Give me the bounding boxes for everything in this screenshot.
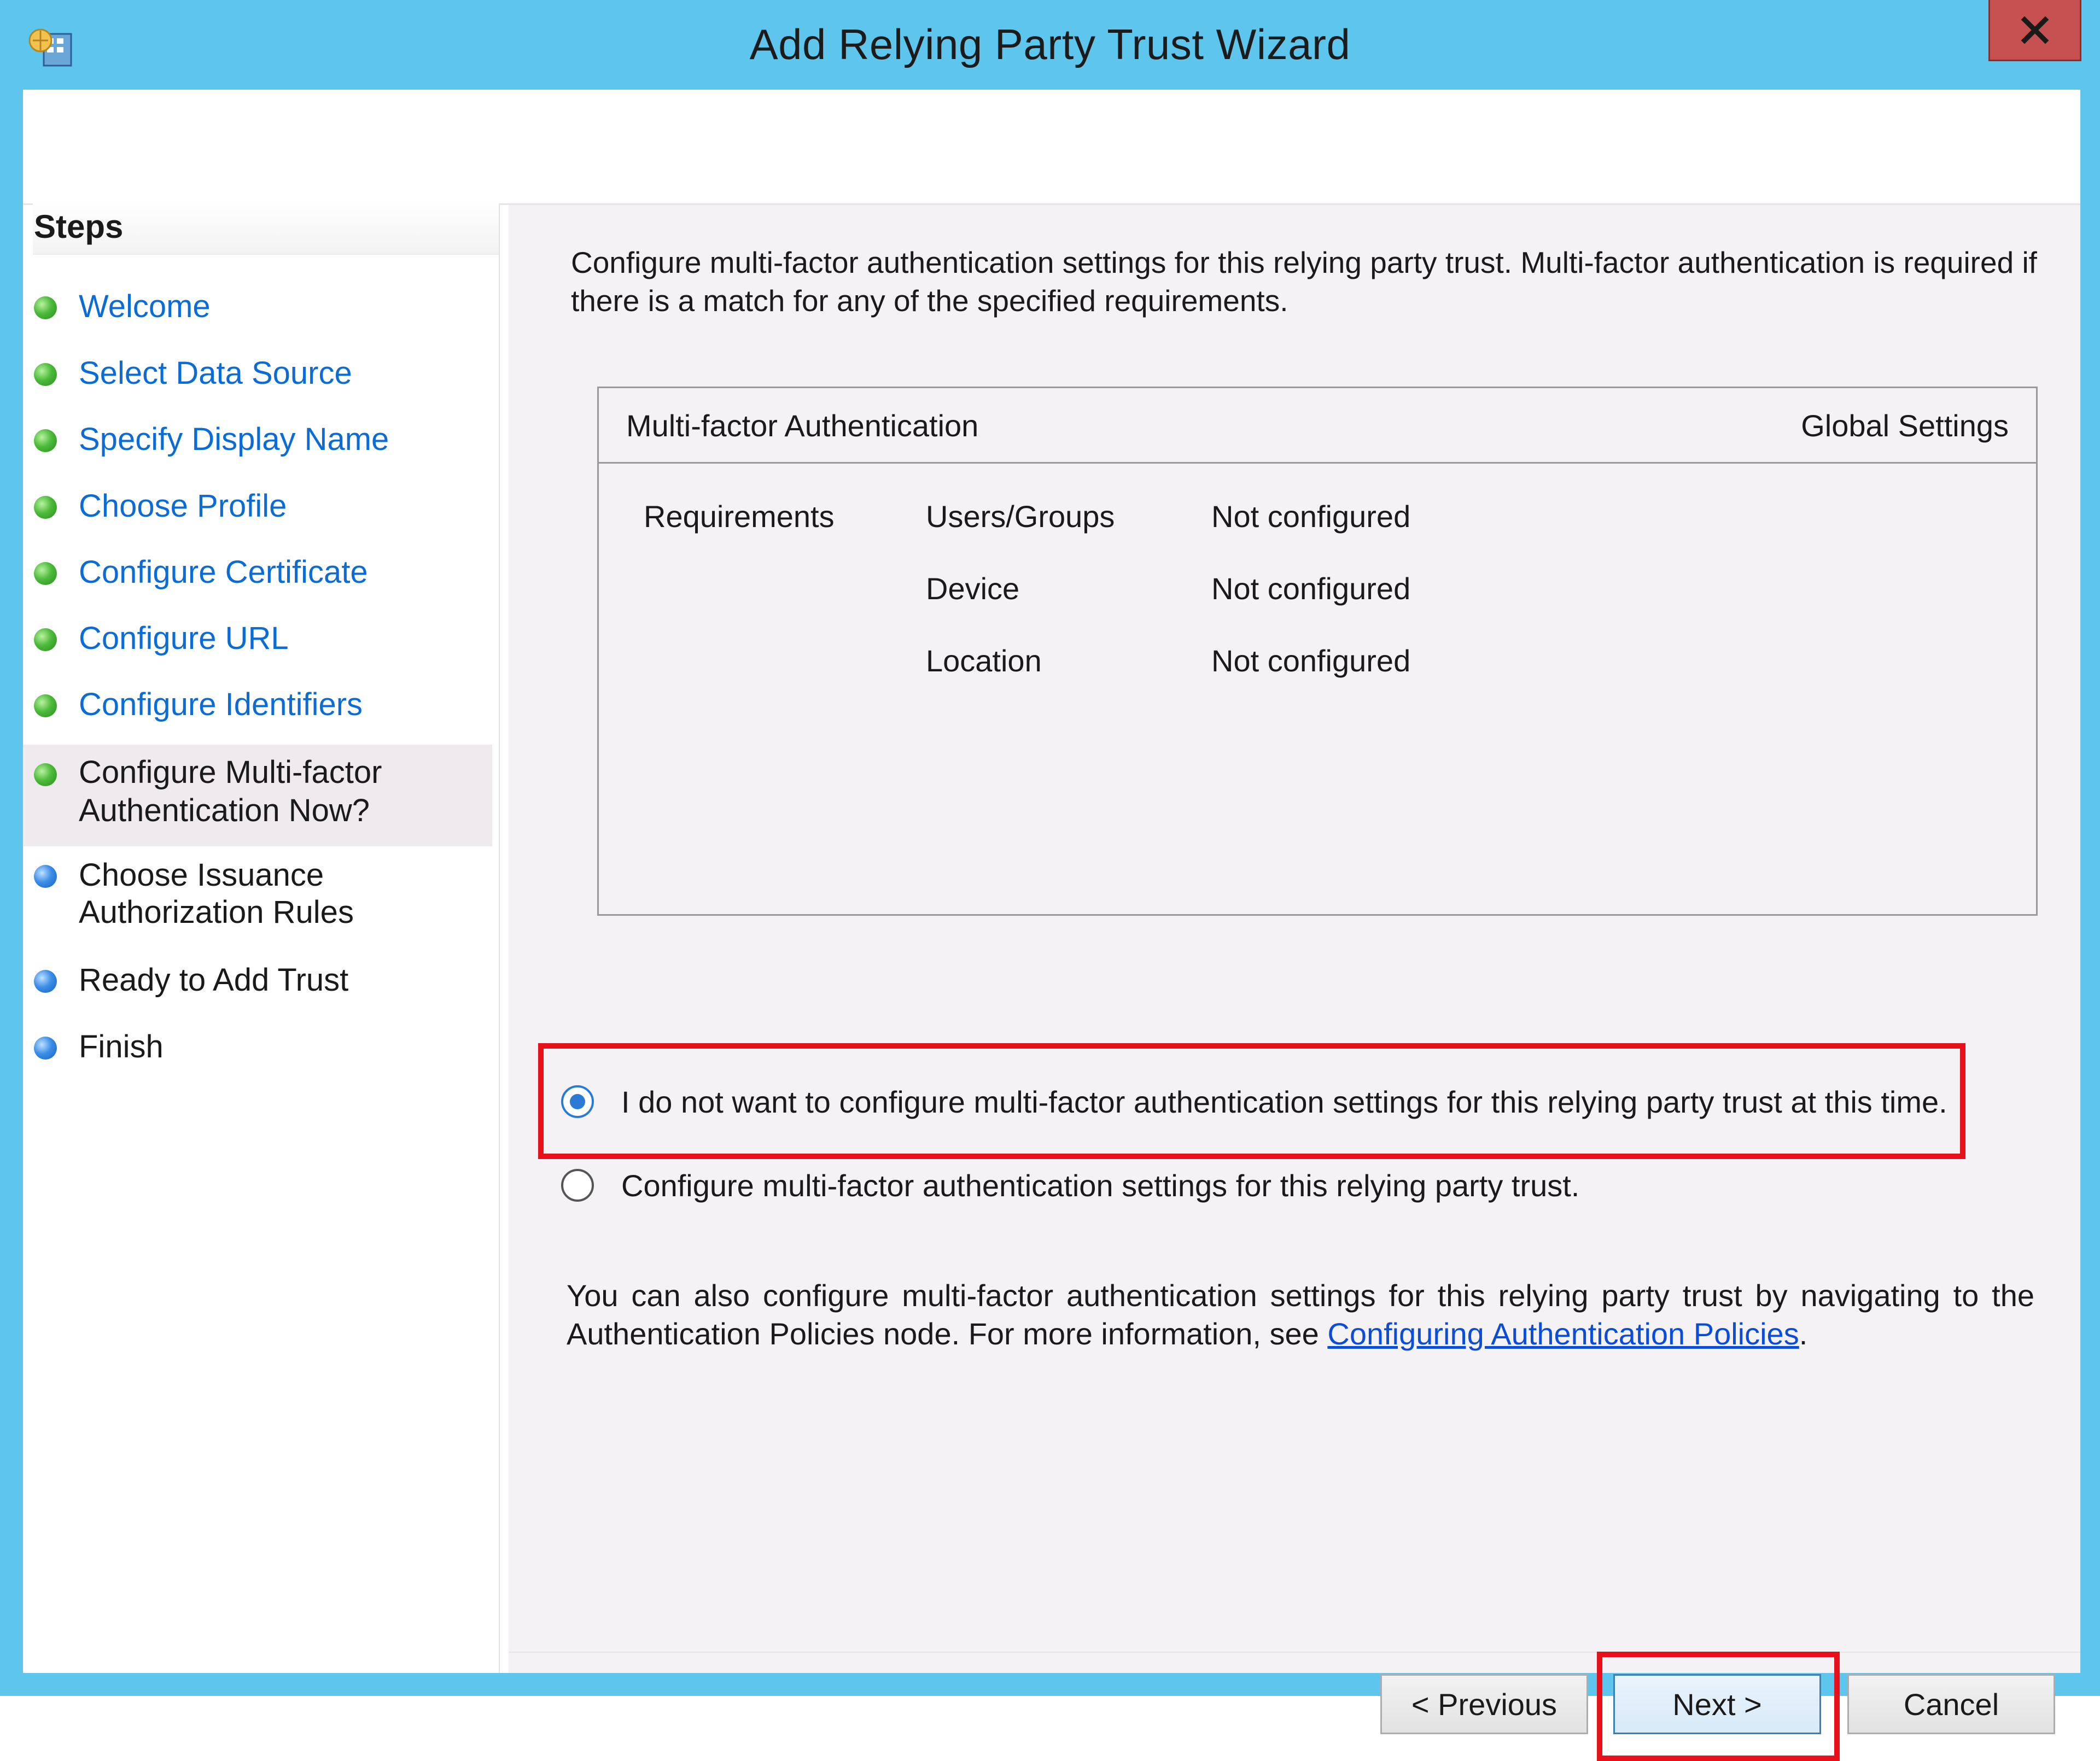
- step-choose-profile[interactable]: Choose Profile: [23, 487, 492, 525]
- intro-line-2: there is a match for any of the specifie…: [571, 284, 1288, 318]
- step-label: Configure Certificate: [79, 554, 368, 590]
- content-pane: Configure multi-factor authentication se…: [509, 205, 2080, 1761]
- step-label: Choose Profile: [79, 488, 287, 524]
- step-label: Select Data Source: [79, 355, 352, 391]
- step-complete-icon: [34, 694, 57, 717]
- configuring-authentication-policies-link[interactable]: Configuring Authentication Policies: [1327, 1317, 1799, 1351]
- previous-button[interactable]: < Previous: [1380, 1674, 1588, 1734]
- step-welcome[interactable]: Welcome: [23, 288, 492, 326]
- step-pending-icon: [34, 1037, 57, 1060]
- step-pending-icon: [34, 970, 57, 993]
- steps-heading-label: Steps: [34, 208, 124, 245]
- radio-option-configure-mfa[interactable]: Configure multi-factor authentication se…: [561, 1168, 1655, 1205]
- requirement-name: Device: [926, 571, 1020, 606]
- cancel-button[interactable]: Cancel: [1847, 1674, 2055, 1734]
- step-choose-issuance-authorization-rules: Choose Issuance Authorization Rules: [23, 856, 492, 933]
- step-select-data-source[interactable]: Select Data Source: [23, 354, 492, 393]
- wizard-client-area: Steps Welcome Select Data Source Specify…: [23, 90, 2080, 1761]
- step-label: Welcome: [79, 289, 211, 324]
- mfa-settings-panel: Multi-factor Authentication Global Setti…: [597, 387, 2038, 916]
- radio-button-unchecked[interactable]: [561, 1169, 594, 1202]
- step-finish: Finish: [23, 1028, 492, 1066]
- step-specify-display-name[interactable]: Specify Display Name: [23, 420, 492, 459]
- step-label: Configure Multi-factor: [79, 754, 382, 790]
- step-label-line2: Authentication Now?: [79, 793, 370, 828]
- step-label: Choose Issuance: [79, 857, 324, 893]
- radio-button-checked[interactable]: [561, 1085, 594, 1118]
- step-complete-icon: [34, 429, 57, 452]
- step-label: Configure Identifiers: [79, 687, 363, 722]
- step-complete-icon: [34, 763, 57, 786]
- info-note: You can also configure multi-factor auth…: [567, 1277, 2034, 1353]
- requirements-label: Requirements: [644, 499, 835, 534]
- step-configure-url[interactable]: Configure URL: [23, 619, 492, 658]
- step-complete-icon: [34, 496, 57, 519]
- requirement-name: Location: [926, 643, 1042, 678]
- pane-divider: [499, 205, 510, 1673]
- mfa-panel-title: Multi-factor Authentication: [626, 408, 979, 443]
- radio-option-no-mfa[interactable]: I do not want to configure multi-factor …: [561, 1085, 1950, 1121]
- radio-label: I do not want to configure multi-factor …: [621, 1085, 1947, 1119]
- step-complete-icon: [34, 363, 57, 386]
- title-bar: Add Relying Party Trust Wizard: [0, 0, 2100, 90]
- mfa-panel-scope: Global Settings: [1801, 408, 2009, 443]
- note-end: .: [1799, 1317, 1808, 1351]
- wizard-banner: [23, 90, 2080, 205]
- intro-line-1: Configure multi-factor authentication se…: [571, 245, 2037, 279]
- step-complete-icon: [34, 296, 57, 319]
- intro-text: Configure multi-factor authentication se…: [571, 243, 2058, 320]
- step-label: Configure URL: [79, 621, 289, 656]
- requirement-value: Not configured: [1211, 499, 1411, 534]
- wizard-window: Add Relying Party Trust Wizard Steps Wel…: [0, 0, 2100, 1761]
- requirement-value: Not configured: [1211, 571, 1411, 606]
- mfa-panel-header: Multi-factor Authentication Global Setti…: [599, 388, 2036, 464]
- step-label: Finish: [79, 1029, 164, 1064]
- step-ready-to-add-trust: Ready to Add Trust: [23, 961, 492, 999]
- close-icon: [2021, 16, 2049, 44]
- requirement-name: Users/Groups: [926, 499, 1115, 534]
- requirement-value: Not configured: [1211, 643, 1411, 678]
- step-pending-icon: [34, 865, 57, 888]
- step-configure-mfa-current[interactable]: Configure Multi-factor Authentication No…: [23, 745, 492, 846]
- button-bar-separator: [509, 1652, 2080, 1653]
- step-complete-icon: [34, 628, 57, 651]
- next-button[interactable]: Next >: [1613, 1674, 1821, 1734]
- step-label-line2: Authorization Rules: [79, 894, 354, 930]
- window-title: Add Relying Party Trust Wizard: [749, 20, 1351, 68]
- steps-heading: Steps: [33, 199, 499, 255]
- note-text: You can also configure multi-factor auth…: [567, 1278, 2034, 1351]
- step-configure-certificate[interactable]: Configure Certificate: [23, 553, 492, 592]
- close-button[interactable]: [1988, 0, 2081, 61]
- step-label: Specify Display Name: [79, 422, 389, 457]
- radio-label: Configure multi-factor authentication se…: [621, 1168, 1580, 1203]
- step-complete-icon: [34, 562, 57, 585]
- step-label: Ready to Add Trust: [79, 962, 349, 998]
- step-configure-identifiers[interactable]: Configure Identifiers: [23, 686, 492, 724]
